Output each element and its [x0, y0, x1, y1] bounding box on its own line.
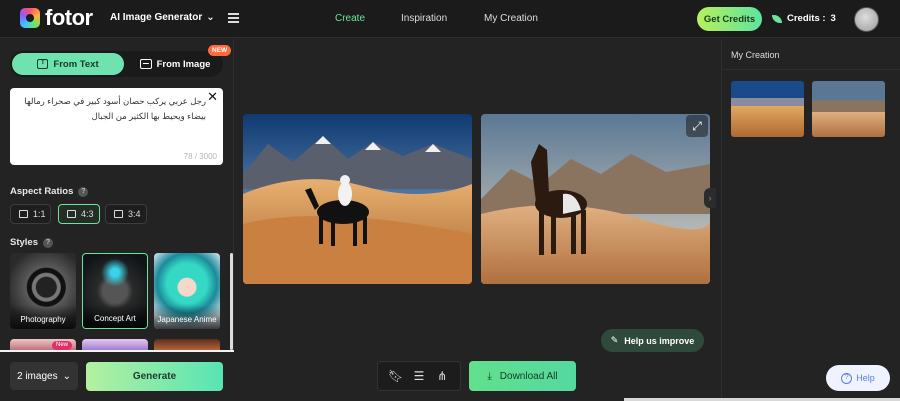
creation-thumbnail[interactable]	[812, 81, 885, 137]
text-icon: T	[37, 59, 49, 69]
adjust-sliders-icon[interactable]: ☰	[412, 369, 426, 383]
chevron-down-icon: ⌄	[206, 12, 215, 23]
feedback-icon: ✎	[610, 335, 619, 345]
help-improve-label: Help us improve	[624, 335, 695, 346]
download-all-button[interactable]: ⤓ Download All	[469, 361, 576, 391]
tool-select-dropdown[interactable]: AI Image Generator ⌄	[110, 12, 215, 23]
credits-display: Credits : 3	[772, 13, 836, 24]
ratio-label: 1:1	[33, 209, 46, 219]
divider	[722, 69, 900, 70]
ratio-4-3-button[interactable]: 4:3	[58, 204, 100, 224]
style-card-photography[interactable]: Photography	[10, 253, 76, 329]
style-card-japanese-anime[interactable]: Japanese Anime	[154, 253, 220, 329]
help-label: Help	[856, 373, 875, 383]
bookmark-icon[interactable]: 🔖︎	[388, 369, 403, 383]
desert-rider-image	[243, 114, 472, 284]
style-card-concept-art[interactable]: Concept Art	[82, 253, 148, 329]
style-label: Japanese Anime	[154, 305, 220, 329]
image-count-select[interactable]: 2 images ⌄	[10, 362, 78, 390]
ratio-3-4-button[interactable]: 3:4	[105, 204, 147, 224]
fotor-logo-icon	[20, 8, 40, 28]
ratio-label: 4:3	[81, 209, 94, 219]
leaf-icon	[772, 14, 782, 23]
help-button[interactable]: ? Help	[826, 365, 890, 391]
question-icon[interactable]: ?	[43, 237, 53, 248]
expand-icon[interactable]: ⤢	[686, 115, 708, 137]
aspect-ratios-title: Aspect Ratios ?	[10, 186, 89, 197]
portrait-icon	[114, 210, 123, 218]
mode-toggle: T From Text From Image NEW	[10, 45, 232, 77]
credits-label: Credits :	[787, 13, 826, 24]
from-text-label: From Text	[53, 58, 99, 70]
prompt-char-count: 78 / 3000	[183, 152, 217, 161]
result-image-2[interactable]	[481, 114, 710, 284]
download-all-label: Download All	[499, 370, 558, 382]
styles-label: Styles	[10, 237, 38, 248]
ratio-label: 3:4	[128, 209, 141, 219]
result-image-1[interactable]	[243, 114, 472, 284]
avatar[interactable]	[854, 7, 879, 32]
landscape-icon	[67, 210, 76, 218]
new-tag: New	[51, 341, 72, 350]
help-circle-icon: ?	[841, 372, 853, 384]
image-icon	[139, 59, 152, 69]
right-panel: My Creation	[721, 39, 900, 401]
nav-create[interactable]: Create	[335, 13, 365, 24]
chevron-right-icon[interactable]: ›	[704, 188, 716, 208]
top-bar: fotor AI Image Generator ⌄ Create Inspir…	[0, 0, 900, 38]
square-icon	[19, 210, 28, 218]
prompt-input[interactable]: رجل عربي يركب حصان أسود كبير في صحراء رم…	[10, 88, 223, 165]
tool-select-label: AI Image Generator	[110, 12, 203, 23]
image-count-label: 2 images	[17, 370, 58, 382]
question-icon[interactable]: ?	[78, 186, 89, 197]
from-text-button[interactable]: T From Text	[12, 53, 124, 75]
style-label: Concept Art	[83, 304, 147, 328]
credits-value: 3	[830, 13, 836, 24]
desert-horse-image	[481, 114, 710, 284]
new-badge: NEW	[208, 45, 232, 56]
from-image-button[interactable]: From Image	[130, 53, 220, 75]
nav-my-creation[interactable]: My Creation	[484, 13, 538, 24]
image-toolbar: 🔖︎ ☰ ⋔	[377, 361, 461, 391]
generate-bar: 2 images ⌄ Generate	[0, 350, 234, 401]
left-panel: T From Text From Image NEW رجل عربي يركب…	[0, 39, 234, 401]
generate-button[interactable]: Generate	[86, 362, 223, 391]
from-image-label: From Image	[156, 58, 211, 70]
hamburger-menu-icon[interactable]	[228, 13, 239, 23]
styles-title: Styles ?	[10, 237, 53, 248]
close-icon[interactable]: ✕	[207, 89, 218, 105]
help-us-improve-button[interactable]: ✎ Help us improve	[601, 329, 704, 352]
share-icon[interactable]: ⋔	[435, 369, 449, 383]
chevron-down-icon: ⌄	[62, 370, 71, 382]
my-creation-title: My Creation	[731, 50, 780, 60]
get-credits-button[interactable]: Get Credits	[697, 7, 762, 31]
prompt-text[interactable]: رجل عربي يركب حصان أسود كبير في صحراء رم…	[16, 94, 206, 124]
creation-thumbnail[interactable]	[731, 81, 804, 137]
style-label: Photography	[10, 305, 76, 329]
ratio-1-1-button[interactable]: 1:1	[10, 204, 51, 224]
logo-text: fotor	[45, 5, 93, 30]
scrollbar[interactable]	[230, 253, 233, 350]
nav-inspiration[interactable]: Inspiration	[401, 13, 447, 24]
fotor-logo[interactable]: fotor	[20, 5, 93, 30]
aspect-ratios-label: Aspect Ratios	[10, 186, 74, 197]
download-icon: ⤓	[487, 370, 492, 382]
